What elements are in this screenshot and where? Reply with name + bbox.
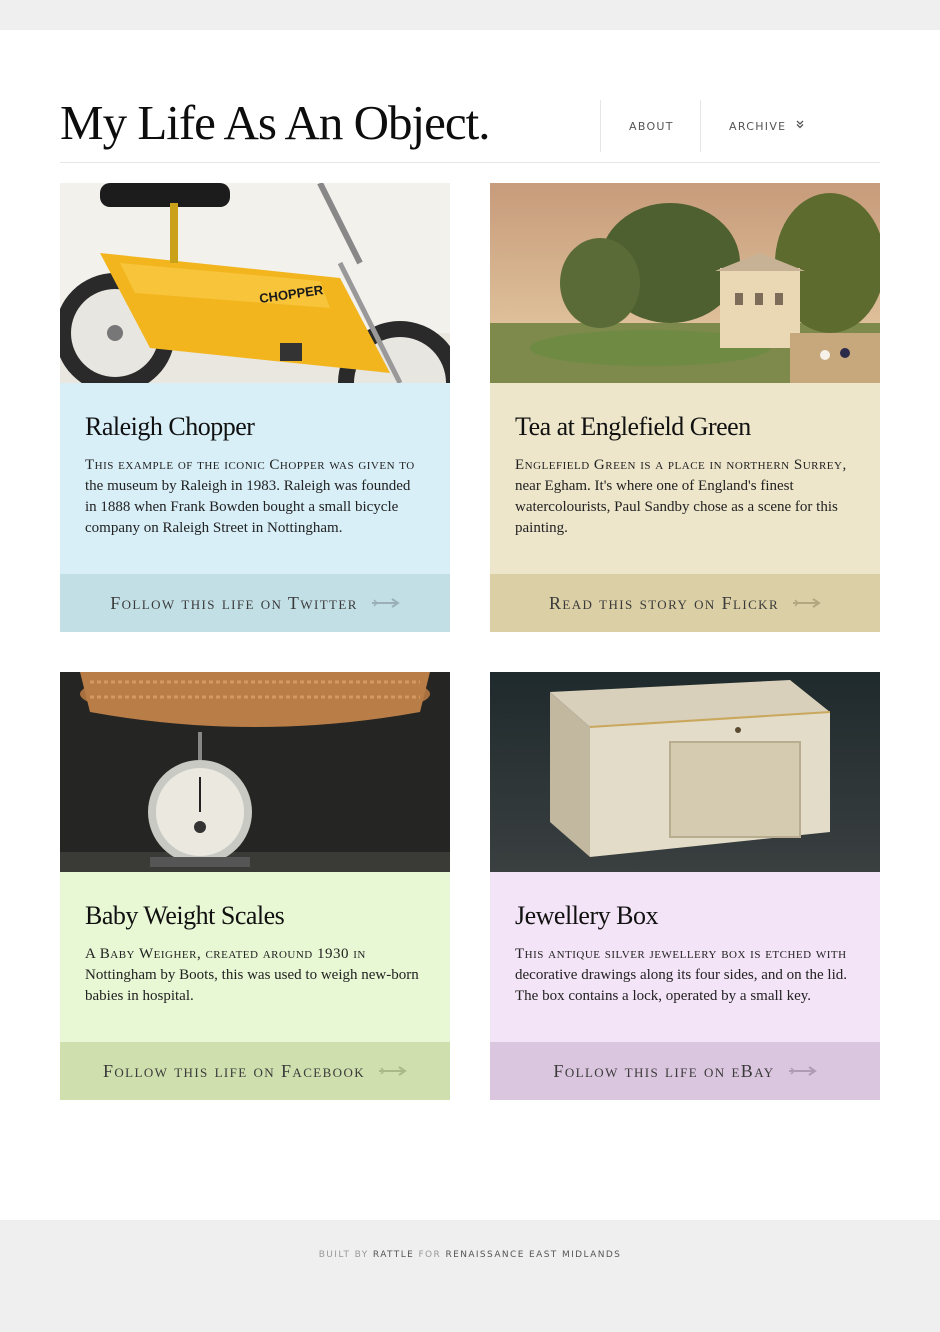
card-body: Raleigh Chopper This example of the icon… <box>60 383 450 574</box>
cta-label: Read this story on Flickr <box>548 592 780 613</box>
nav-about-link[interactable]: ABOUT <box>600 100 700 152</box>
object-image-scales[interactable] <box>60 672 450 872</box>
footer-built-by: BUILT BY <box>318 1250 369 1260</box>
nav-archive-dropdown[interactable]: ARCHIVE <box>700 100 880 152</box>
object-card-baby-scales: Baby Weight Scales A Baby Weigher, creat… <box>60 672 450 1100</box>
card-description-rest: the museum by Raleigh in 1983. Raleigh w… <box>85 478 411 536</box>
card-description-lead: This example of the iconic Chopper was g… <box>85 457 415 473</box>
card-description: This example of the iconic Chopper was g… <box>85 455 425 539</box>
nav-archive-label: ARCHIVE <box>729 119 787 133</box>
card-body: Tea at Englefield Green Englefield Green… <box>490 383 880 574</box>
card-description: This antique silver jewellery box is etc… <box>515 944 855 1007</box>
card-description: Englefield Green is a place in northern … <box>515 455 855 539</box>
card-title[interactable]: Jewellery Box <box>515 901 855 931</box>
object-card-jewellery-box: Jewellery Box This antique silver jewell… <box>490 672 880 1100</box>
cta-label: Follow this life on Twitter <box>110 592 358 613</box>
card-title[interactable]: Tea at Englefield Green <box>515 412 855 442</box>
object-image-bicycle[interactable]: CHOPPER <box>60 183 450 383</box>
chevron-down-icon <box>796 120 804 128</box>
nav-about-label: ABOUT <box>629 119 674 133</box>
object-image-jewellery-box[interactable] <box>490 672 880 872</box>
follow-ebay-button[interactable]: Follow this life on eBay <box>490 1042 880 1100</box>
main-nav: ABOUT ARCHIVE <box>600 100 880 152</box>
site-footer: BUILT BY RATTLE FOR RENAISSANCE EAST MID… <box>0 1220 940 1332</box>
read-flickr-button[interactable]: Read this story on Flickr <box>490 574 880 632</box>
card-body: Jewellery Box This antique silver jewell… <box>490 872 880 1042</box>
footer-client-link[interactable]: RENAISSANCE EAST MIDLANDS <box>445 1250 621 1260</box>
card-description-rest: decorative drawings along its four sides… <box>515 967 848 1004</box>
arrow-right-icon <box>788 1066 817 1076</box>
cta-label: Follow this life on eBay <box>553 1060 775 1081</box>
follow-facebook-button[interactable]: Follow this life on Facebook <box>60 1042 450 1100</box>
card-description-rest: near Egham. It's where one of England's … <box>515 478 838 536</box>
cta-label: Follow this life on Facebook <box>102 1060 366 1081</box>
card-body: Baby Weight Scales A Baby Weigher, creat… <box>60 872 450 1042</box>
top-bar <box>0 0 940 30</box>
footer-rattle-link[interactable]: RATTLE <box>373 1250 414 1260</box>
site-header: My Life As An Object. ABOUT ARCHIVE <box>60 90 880 163</box>
arrow-right-icon <box>793 598 821 608</box>
card-description-lead: This antique silver jewellery box is etc… <box>515 946 847 962</box>
card-title[interactable]: Baby Weight Scales <box>85 901 425 931</box>
card-description-lead: Englefield Green is a place in northern … <box>515 457 847 473</box>
arrow-right-icon <box>371 598 400 608</box>
footer-for: FOR <box>418 1250 442 1260</box>
card-description-rest: Nottingham by Boots, this was used to we… <box>85 967 419 1004</box>
card-description: A Baby Weigher, created around 1930 in N… <box>85 944 425 1007</box>
follow-twitter-button[interactable]: Follow this life on Twitter <box>60 574 450 632</box>
object-card-tea-englefield: Tea at Englefield Green Englefield Green… <box>490 183 880 632</box>
object-card-raleigh-chopper: CHOPPER Raleigh Chopper This example of … <box>60 183 450 632</box>
site-title[interactable]: My Life As An Object. <box>60 94 490 151</box>
arrow-right-icon <box>379 1066 407 1076</box>
card-description-lead: A Baby Weigher, created around 1930 in <box>85 946 366 962</box>
card-title[interactable]: Raleigh Chopper <box>85 412 425 442</box>
object-image-painting[interactable] <box>490 183 880 383</box>
